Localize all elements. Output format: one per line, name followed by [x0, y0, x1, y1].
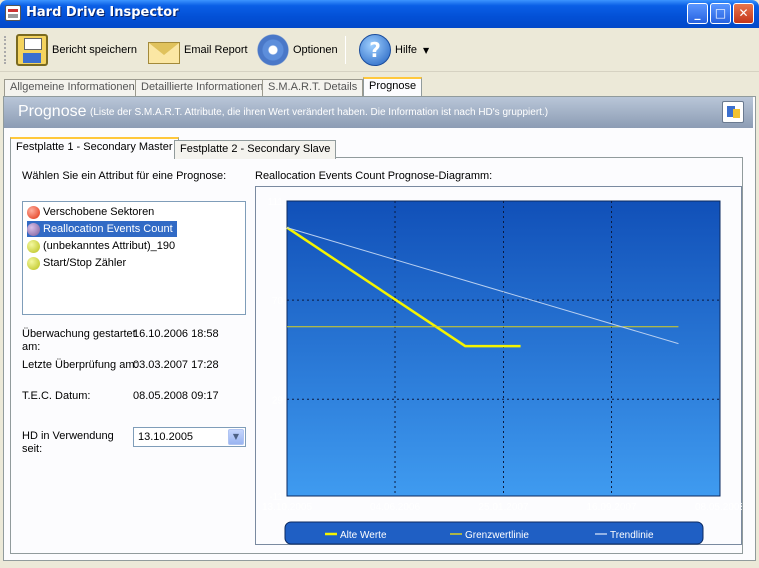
list-item-label: Start/Stop Zähler: [43, 257, 127, 269]
y-tick-label: 70: [272, 296, 284, 307]
options-button[interactable]: Optionen: [253, 31, 342, 69]
window-title: Hard Drive Inspector: [26, 5, 179, 20]
x-tick-label: 08.05.2008: [695, 502, 742, 513]
toolbar-grip[interactable]: [4, 36, 7, 64]
minimize-button[interactable]: _: [687, 3, 708, 24]
forecast-chart: 1117029-1113.10.2005 04.06.2006 25.01.2007…: [262, 197, 742, 545]
help-icon: ?: [359, 34, 391, 66]
list-item-label: (unbekanntes Attribut)_190: [43, 240, 176, 252]
tab-general-info[interactable]: Allgemeine Informationen: [4, 79, 141, 96]
email-report-label: Email Report: [184, 44, 248, 56]
app-icon: [5, 5, 21, 21]
in-use-since-label-2: seit:: [22, 443, 43, 455]
in-use-since-label: HD in Verwendung: [22, 430, 114, 442]
options-label: Optionen: [293, 44, 338, 56]
list-item[interactable]: Verschobene Sektoren: [27, 204, 158, 220]
save-report-label: Bericht speichern: [52, 44, 137, 56]
in-use-since-value: 13.10.2005: [138, 431, 194, 443]
chevron-down-icon[interactable]: ▼: [228, 429, 244, 445]
x-tick-label: 25.01.2007: [478, 502, 528, 513]
last-check-value: 03.03.2007 17:28: [133, 359, 219, 371]
legend-label: Grenzwertlinie: [465, 530, 529, 541]
toolbar-separator: [345, 36, 346, 64]
tab-prognosis[interactable]: Prognose: [363, 77, 423, 97]
help-button[interactable]: ? Hilfe ▼: [355, 31, 433, 69]
email-report-button[interactable]: Email Report: [144, 31, 252, 69]
tab-disk-1[interactable]: Festplatte 1 - Secondary Master: [10, 137, 179, 158]
list-item[interactable]: (unbekanntes Attribut)_190: [27, 238, 179, 254]
close-button[interactable]: ✕: [733, 3, 754, 24]
y-tick-label: 29: [272, 395, 284, 406]
monitor-started-value: 16.10.2006 18:58: [133, 328, 219, 340]
list-item[interactable]: Reallocation Events Count: [27, 221, 177, 237]
title-bar: Hard Drive Inspector _ □ ✕: [0, 0, 759, 28]
yellow-dot-icon: [27, 239, 40, 253]
save-report-button[interactable]: Bericht speichern: [12, 31, 141, 69]
legend-label: Alte Werte: [340, 530, 387, 541]
monitor-started-label-2: am:: [22, 341, 41, 353]
y-tick-label: 111: [268, 197, 284, 208]
floppy-disk-icon: [16, 34, 48, 66]
report-icon[interactable]: [722, 101, 744, 123]
attribute-list[interactable]: Verschobene Sektoren Reallocation Events…: [22, 201, 246, 315]
page-title: Prognose: [18, 103, 87, 120]
tec-date-label: T.E.C. Datum:: [22, 390, 91, 402]
list-item-label: Reallocation Events Count: [43, 223, 173, 235]
in-use-since-select[interactable]: 13.10.2005 ▼: [133, 427, 246, 447]
envelope-icon: [148, 42, 180, 64]
yellow-dot-icon: [27, 256, 40, 270]
choose-attribute-label: Wählen Sie ein Attribut für eine Prognos…: [22, 170, 227, 182]
chart-title: Reallocation Events Count Prognose-Diagr…: [255, 170, 493, 182]
x-tick-label: 04.06.2006: [370, 502, 420, 513]
last-check-label: Letzte Überprüfung am:: [22, 359, 138, 371]
help-label: Hilfe: [395, 44, 418, 56]
toolbar: Bericht speichern Email Report Optionen …: [0, 28, 759, 72]
page-description: (Liste der S.M.A.R.T. Attribute, die ihr…: [90, 107, 549, 118]
tab-smart-details[interactable]: S.M.A.R.T. Details: [262, 79, 364, 96]
tab-detailed-info[interactable]: Detaillierte Informationen: [135, 79, 270, 96]
gear-icon: [257, 34, 289, 66]
x-tick-label: 13.10.2005: [262, 502, 312, 513]
x-tick-label: 16.09.2007: [586, 502, 636, 513]
tab-disk-2[interactable]: Festplatte 2 - Secondary Slave: [174, 140, 337, 159]
list-item-label: Verschobene Sektoren: [43, 206, 155, 218]
monitor-started-label: Überwachung gestartet: [22, 328, 136, 340]
purple-dot-icon: [27, 222, 40, 236]
red-dot-icon: [27, 205, 40, 219]
list-item[interactable]: Start/Stop Zähler: [27, 255, 130, 271]
maximize-button[interactable]: □: [710, 3, 731, 24]
legend-label: Trendlinie: [610, 530, 654, 541]
chevron-down-icon: ▼: [423, 45, 430, 55]
tec-date-value: 08.05.2008 09:17: [133, 390, 219, 402]
